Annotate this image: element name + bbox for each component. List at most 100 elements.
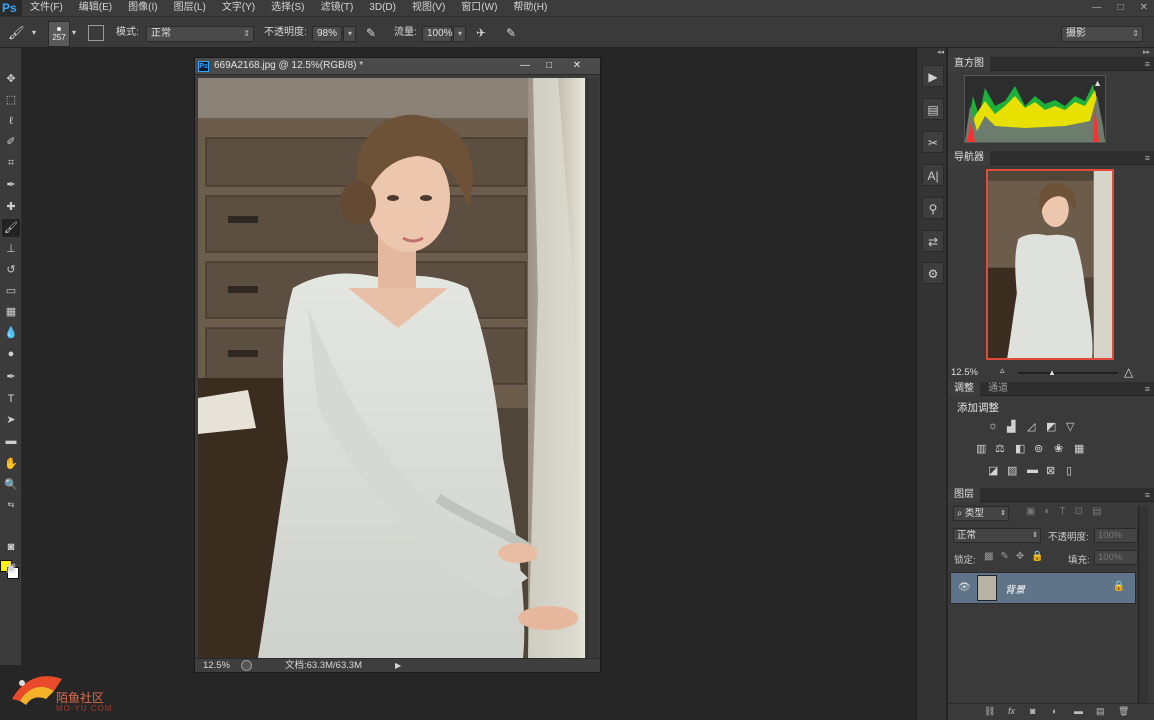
layers-tab[interactable]: 图层 [948,488,980,502]
menu-item-6[interactable]: 滤镜(T) [313,0,362,16]
marquee-tool-icon[interactable]: ⬚ [2,91,20,109]
image-canvas[interactable] [198,78,585,658]
zoom-slider[interactable] [1018,372,1118,374]
zoom-slider-thumb-icon[interactable]: ▲ [1048,368,1056,377]
clone-stamp-tool-icon[interactable]: ⊥ [2,240,20,258]
workspace-dropdown[interactable]: 摄影 ⇕ [1061,26,1143,42]
airbrush-icon[interactable]: ✈ [476,24,486,42]
hand-tool-icon[interactable]: ✋ [2,455,20,473]
fx-icon[interactable]: fx [1008,706,1015,716]
gradient-tool-icon[interactable]: ▦ [2,303,20,321]
move-tool-icon[interactable]: ✥ [2,70,20,88]
hue-saturation-icon[interactable]: ▯ [1066,464,1072,477]
brush-tool-icon[interactable]: 🖌 [2,219,20,237]
link-layers-icon[interactable]: ⛓ [984,706,995,717]
brush-preset-picker[interactable]: 257 [48,21,70,47]
lock-options-icons[interactable]: ▩✎✥🔒 [984,551,1051,562]
navigator-zoom-value[interactable]: 12.5% [951,367,978,378]
menu-item-5[interactable]: 选择(S) [263,0,312,16]
lasso-tool-icon[interactable]: ℓ [2,112,20,130]
healing-brush-tool-icon[interactable]: ✚ [2,198,20,216]
adjustments-tab[interactable]: 调整 [948,382,980,396]
gradient-map-icon[interactable]: ▽ [1066,420,1074,433]
screen-mode-icon[interactable]: ▣ [2,559,20,577]
history-panel-icon[interactable]: ▤ [922,98,944,120]
levels-icon[interactable]: ▟ [1007,420,1015,433]
doc-close-button[interactable]: ✕ [564,58,590,73]
cache-warning-icon[interactable]: ▲ [1093,78,1102,88]
opacity-slider-button[interactable]: ▾ [343,26,356,42]
eyedropper-tool-icon[interactable]: ✒ [2,176,20,194]
quick-select-tool-icon[interactable]: ✐ [2,133,20,151]
menu-item-1[interactable]: 编辑(E) [71,0,120,16]
pressure-size-icon[interactable]: ✎ [506,24,516,42]
adjustment-layer-icon[interactable]: ◐ [1052,706,1057,716]
channel-mixer-icon[interactable]: ❀ [1054,442,1063,455]
mode-dropdown[interactable]: 正常 ⇕ [146,26,254,42]
path-select-tool-icon[interactable]: ➤ [2,411,20,429]
doc-minimize-button[interactable]: — [512,58,538,73]
status-options-icon[interactable] [241,660,252,671]
fill-input[interactable]: 100% [1094,550,1138,565]
zoom-level[interactable]: 12.5% [203,659,230,672]
brush-picker-arrow-icon[interactable]: ▾ [72,24,76,42]
vertical-scrollbar[interactable] [587,78,598,658]
history-brush-tool-icon[interactable]: ↺ [2,261,20,279]
zoom-in-icon[interactable]: △ [1124,365,1133,379]
add-mask-icon[interactable]: ◙ [1030,706,1035,716]
black-white-icon[interactable]: ◧ [1015,442,1025,455]
layer-opacity-input[interactable]: 100% [1094,528,1138,543]
blend-mode-dropdown[interactable]: 正常 ⇕ [953,528,1041,543]
type-tool-icon[interactable]: T [2,390,20,408]
color-lookup-icon[interactable]: ▦ [1074,442,1084,455]
brush-presets-icon[interactable]: ⚲ [922,197,944,219]
new-layer-icon[interactable]: ▤ [1096,706,1105,717]
minimize-button[interactable]: — [1092,0,1102,16]
trash-icon[interactable]: 🗑 [1118,706,1129,717]
menu-item-8[interactable]: 视图(V) [404,0,453,16]
status-menu-arrow-icon[interactable]: ▶ [395,659,401,672]
close-button[interactable]: ✕ [1140,0,1148,16]
brightness-contrast-icon[interactable]: ☼ [988,420,998,432]
doc-restore-button[interactable]: □ [536,58,562,73]
pen-tool-icon[interactable]: ✒ [2,368,20,386]
vibrance-icon[interactable]: ▥ [976,442,986,455]
collapse-dock-icon[interactable]: ◂◂ [937,48,944,56]
posterize-icon[interactable]: ▨ [1007,464,1017,477]
menu-item-4[interactable]: 文字(Y) [214,0,263,16]
threshold-icon[interactable]: ▬ [1027,464,1038,476]
shape-tool-icon[interactable]: ▬ [2,432,20,450]
zoom-tool-icon[interactable]: 🔍 [2,476,20,494]
dodge-tool-icon[interactable]: ● [2,345,20,363]
menu-item-3[interactable]: 图层(L) [166,0,214,16]
layer-filter-icons[interactable]: ▣◐T⊡▤ [1026,506,1136,521]
menu-item-2[interactable]: 图像(I) [120,0,165,16]
panel-menu-icon[interactable]: ≡ [1145,488,1150,502]
menu-item-10[interactable]: 帮助(H) [505,0,555,16]
brush-panel-toggle-icon[interactable] [88,25,104,41]
layer-filter-dropdown[interactable]: ⌕ 类型 ⇕ [953,506,1009,521]
curves-icon[interactable]: ◿ [1027,420,1035,433]
restore-button[interactable]: □ [1118,0,1124,16]
properties-panel-icon[interactable]: ⚙ [922,262,944,284]
color-balance-icon[interactable]: ⚖ [995,442,1005,455]
eraser-tool-icon[interactable]: ▭ [2,282,20,300]
navigator-tab[interactable]: 导航器 [948,151,990,165]
clone-source-icon[interactable]: ⇄ [922,230,944,252]
expand-dock-icon[interactable]: ▸▸ [1143,48,1150,56]
play-actions-icon[interactable]: ▶ [922,65,944,87]
menu-item-0[interactable]: 文件(F) [22,0,71,16]
panel-menu-icon[interactable]: ≡ [1145,57,1150,71]
flow-input[interactable]: 100% [422,26,453,42]
document-title-bar[interactable]: Ps 669A2168.jpg @ 12.5%(RGB/8) * — □ ✕ [195,58,600,75]
channels-tab[interactable]: 通道 [982,382,1014,396]
menu-item-7[interactable]: 3D(D) [361,0,404,16]
menu-item-9[interactable]: 窗口(W) [453,0,505,16]
layer-name[interactable]: 背景 [1005,581,1025,596]
histogram-tab[interactable]: 直方图 [948,57,990,71]
character-panel-icon[interactable]: A| [922,164,944,186]
photo-filter-icon[interactable]: ⊚ [1034,442,1043,455]
navigator-preview[interactable] [986,169,1114,360]
selective-color-icon[interactable]: ⊠ [1046,464,1055,477]
new-group-icon[interactable]: ▬ [1074,706,1083,716]
